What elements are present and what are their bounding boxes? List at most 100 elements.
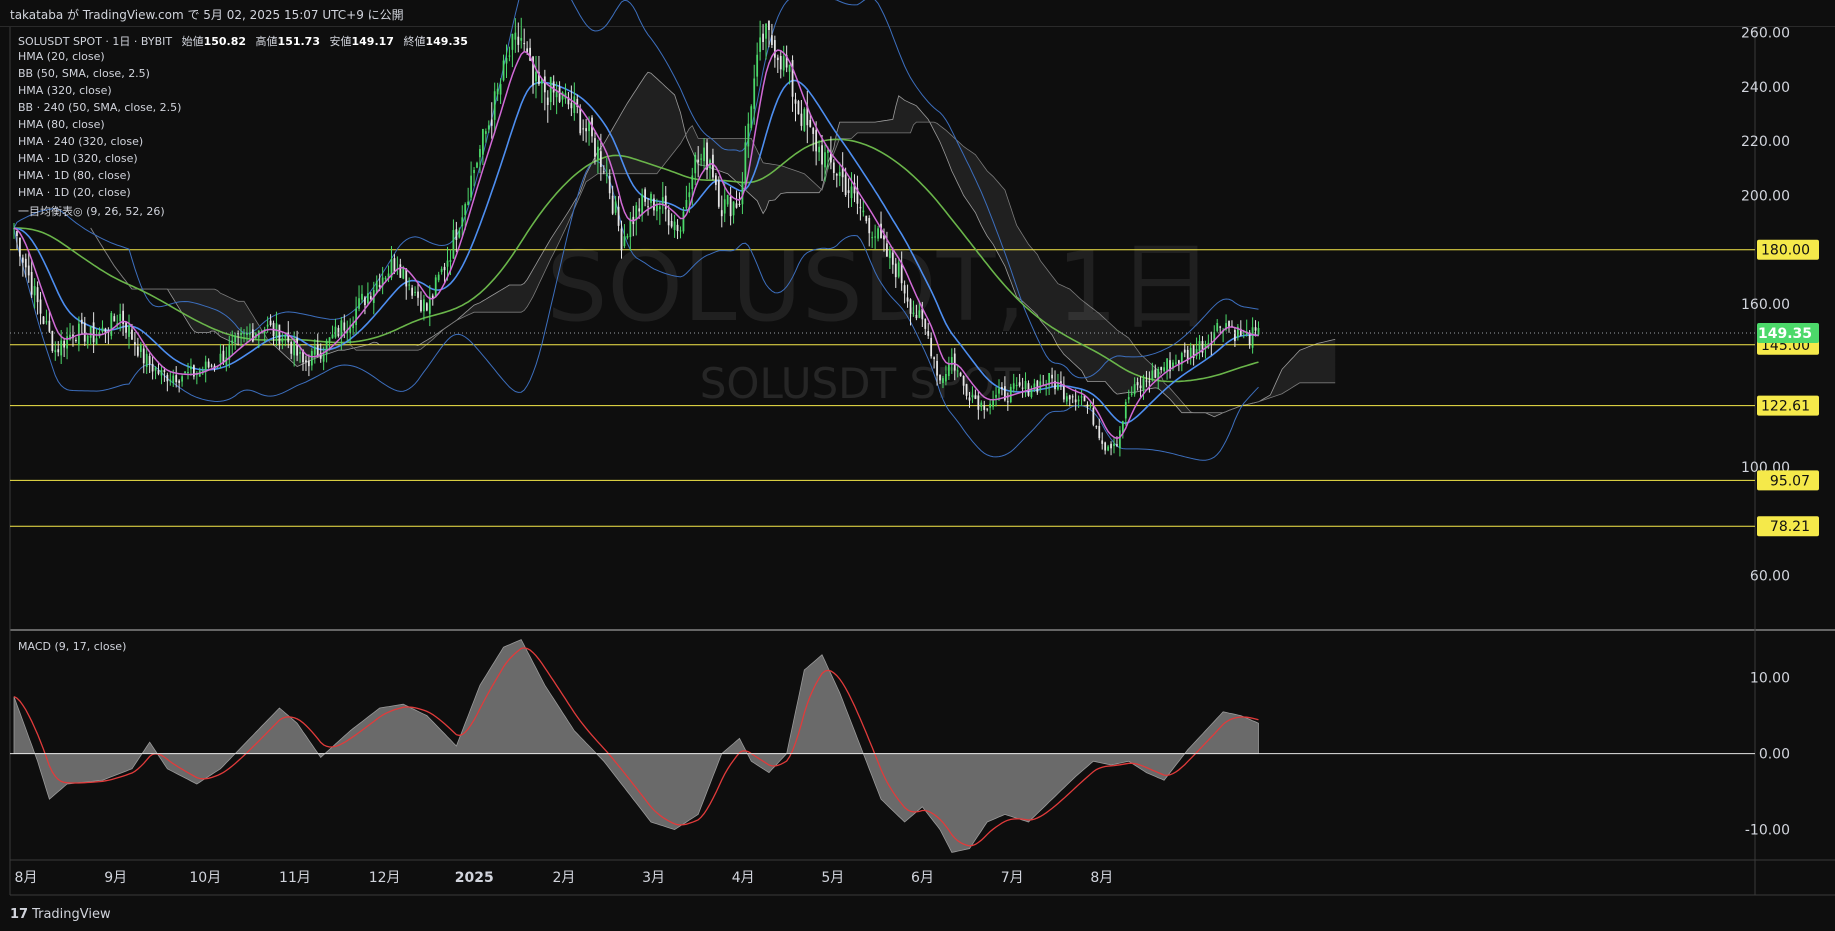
candle-body bbox=[110, 312, 113, 336]
candle-body bbox=[131, 329, 133, 340]
candle-body bbox=[134, 342, 136, 346]
candle-body bbox=[402, 268, 405, 279]
candle-body bbox=[305, 360, 307, 363]
indicator-4[interactable]: HMA (80, close) bbox=[18, 118, 105, 131]
candle-body bbox=[266, 324, 269, 327]
indicator-6[interactable]: HMA · 1D (320, close) bbox=[18, 152, 138, 165]
candle-body bbox=[617, 206, 620, 226]
candle-body bbox=[42, 316, 45, 324]
candle-body bbox=[523, 43, 526, 45]
candle-body bbox=[187, 372, 189, 374]
candle-body bbox=[980, 402, 983, 408]
candle-body bbox=[316, 344, 319, 357]
candle-body bbox=[859, 207, 862, 209]
candle-body bbox=[425, 303, 428, 311]
candle-body bbox=[119, 313, 122, 322]
candle-body bbox=[959, 372, 962, 376]
price-tick-label: 220.00 bbox=[1741, 134, 1790, 150]
candle-body bbox=[844, 174, 847, 195]
candle-body bbox=[1039, 381, 1042, 390]
candle-body bbox=[1175, 362, 1177, 364]
candle-body bbox=[83, 322, 86, 342]
indicator-9[interactable]: 一目均衡表◎ (9, 26, 52, 26) bbox=[18, 203, 165, 219]
tradingview-logo[interactable]: 17 TradingView bbox=[10, 907, 111, 922]
candle-body bbox=[809, 120, 812, 127]
candle-body bbox=[620, 228, 623, 251]
candle-body bbox=[160, 369, 163, 376]
candle-body bbox=[1113, 443, 1115, 447]
indicator-7[interactable]: HMA · 1D (80, close) bbox=[18, 169, 131, 182]
candle-body bbox=[384, 277, 387, 280]
candle-body bbox=[626, 236, 629, 238]
macd-label[interactable]: MACD (9, 17, close) bbox=[18, 640, 126, 653]
candle-body bbox=[151, 363, 154, 372]
candle-body bbox=[1086, 404, 1089, 407]
tradingview-mark-icon: 17 bbox=[10, 907, 29, 922]
candle-body bbox=[1015, 384, 1018, 387]
high-value: 151.73 bbox=[277, 35, 320, 48]
candle-body bbox=[408, 284, 411, 286]
time-tick-label: 9月 bbox=[104, 870, 127, 886]
candle-body bbox=[717, 180, 720, 207]
candle-body bbox=[452, 230, 455, 259]
candle-body bbox=[92, 322, 95, 343]
candle-body bbox=[1077, 399, 1080, 402]
candle-body bbox=[219, 353, 222, 363]
candle-body bbox=[762, 33, 764, 42]
candle-body bbox=[602, 171, 605, 173]
candle-body bbox=[1166, 358, 1168, 371]
low-value: 149.17 bbox=[351, 35, 394, 48]
time-tick-label: 3月 bbox=[642, 870, 665, 886]
indicator-5[interactable]: HMA · 240 (320, close) bbox=[18, 135, 143, 148]
candle-body bbox=[66, 336, 68, 349]
candle-body bbox=[243, 333, 245, 335]
indicator-2[interactable]: HMA (320, close) bbox=[18, 84, 112, 97]
open-label: 始値 bbox=[181, 35, 204, 48]
candle-body bbox=[417, 291, 419, 298]
indicator-1[interactable]: BB (50, SMA, close, 2.5) bbox=[18, 67, 150, 80]
candle-body bbox=[594, 138, 596, 157]
candle-body bbox=[63, 340, 66, 348]
candle-body bbox=[1024, 381, 1027, 389]
candle-body bbox=[1092, 407, 1095, 425]
candle-body bbox=[989, 403, 992, 408]
candle-body bbox=[903, 285, 906, 294]
candle-body bbox=[650, 193, 652, 203]
candle-body bbox=[794, 99, 797, 104]
candle-body bbox=[697, 159, 700, 163]
candle-body bbox=[549, 76, 552, 103]
candle-body bbox=[80, 319, 83, 324]
candle-body bbox=[455, 229, 458, 240]
candle-body bbox=[874, 236, 877, 238]
candle-body bbox=[773, 40, 776, 58]
candle-body bbox=[788, 64, 791, 72]
candle-body bbox=[1151, 370, 1154, 380]
candle-body bbox=[367, 293, 369, 304]
symbol-legend: SOLUSDT SPOT · 1日 · BYBIT 始値150.82 高値151… bbox=[18, 33, 468, 49]
candle-body bbox=[658, 206, 661, 210]
indicator-0[interactable]: HMA (20, close) bbox=[18, 50, 105, 63]
candle-body bbox=[888, 250, 891, 259]
symbol-line: SOLUSDT SPOT · 1日 · BYBIT bbox=[18, 35, 173, 48]
price-chart[interactable]: SOLUSDT, 1日SOLUSDT SPOT260.00240.00220.0… bbox=[0, 0, 1835, 931]
candle-body bbox=[1051, 374, 1053, 379]
candle-body bbox=[667, 209, 670, 226]
candle-body bbox=[871, 237, 874, 239]
candle-body bbox=[148, 355, 151, 365]
candle-body bbox=[597, 146, 599, 160]
macd-tick-label: 10.00 bbox=[1750, 671, 1790, 687]
candle-body bbox=[1148, 381, 1151, 383]
candle-body bbox=[750, 106, 753, 129]
candle-body bbox=[499, 84, 502, 95]
candle-body bbox=[936, 360, 938, 376]
indicator-3[interactable]: BB · 240 (50, SMA, close, 2.5) bbox=[18, 101, 181, 114]
candle-body bbox=[623, 236, 626, 247]
candle-body bbox=[517, 36, 520, 45]
candle-body bbox=[1228, 320, 1230, 327]
candle-body bbox=[720, 210, 723, 217]
candle-body bbox=[546, 97, 549, 106]
candle-body bbox=[449, 260, 452, 262]
indicator-8[interactable]: HMA · 1D (20, close) bbox=[18, 186, 131, 199]
candle-body bbox=[962, 376, 965, 386]
candle-body bbox=[579, 107, 582, 134]
